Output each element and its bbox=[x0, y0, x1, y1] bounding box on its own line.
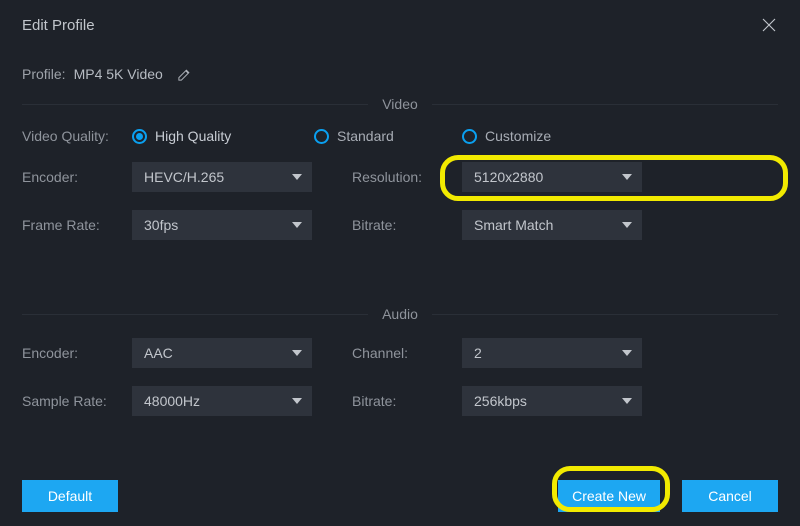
close-button[interactable] bbox=[758, 14, 780, 36]
titlebar: Edit Profile bbox=[0, 0, 800, 46]
select-value: 48000Hz bbox=[144, 393, 200, 409]
radio-icon bbox=[314, 129, 329, 144]
radio-icon bbox=[132, 129, 147, 144]
select-value: HEVC/H.265 bbox=[144, 169, 224, 185]
video-framerate-label: Frame Rate: bbox=[22, 217, 132, 233]
select-value: Smart Match bbox=[474, 217, 553, 233]
radio-icon bbox=[462, 129, 477, 144]
select-value: AAC bbox=[144, 345, 173, 361]
video-encoder-label: Encoder: bbox=[22, 169, 132, 185]
video-resolution-label: Resolution: bbox=[352, 169, 462, 185]
chevron-down-icon bbox=[622, 222, 632, 228]
chevron-down-icon bbox=[292, 174, 302, 180]
audio-channel-select[interactable]: 2 bbox=[462, 338, 642, 368]
video-resolution-select[interactable]: 5120x2880 bbox=[462, 162, 642, 192]
footer: Default Create New Cancel bbox=[0, 480, 800, 512]
chevron-down-icon bbox=[292, 222, 302, 228]
chevron-down-icon bbox=[622, 350, 632, 356]
audio-channel-label: Channel: bbox=[352, 345, 462, 361]
radio-label: Customize bbox=[485, 128, 551, 144]
audio-section-header: Audio bbox=[22, 306, 778, 322]
cancel-button[interactable]: Cancel bbox=[682, 480, 778, 512]
profile-label: Profile: bbox=[22, 66, 66, 82]
video-bitrate-select[interactable]: Smart Match bbox=[462, 210, 642, 240]
video-quality-customize-radio[interactable]: Customize bbox=[462, 128, 642, 144]
video-bitrate-label: Bitrate: bbox=[352, 217, 462, 233]
video-quality-standard-radio[interactable]: Standard bbox=[314, 128, 462, 144]
radio-label: High Quality bbox=[155, 128, 231, 144]
audio-bitrate-label: Bitrate: bbox=[352, 393, 462, 409]
profile-row: Profile: MP4 5K Video bbox=[0, 46, 800, 90]
chevron-down-icon bbox=[622, 398, 632, 404]
video-quality-label: Video Quality: bbox=[22, 128, 132, 144]
window-title: Edit Profile bbox=[22, 17, 95, 34]
edit-profile-name-button[interactable] bbox=[177, 66, 193, 82]
audio-encoder-label: Encoder: bbox=[22, 345, 132, 361]
audio-grid: Encoder: AAC Channel: 2 Sample Rate: 480… bbox=[0, 338, 800, 416]
create-new-button[interactable]: Create New bbox=[558, 480, 660, 512]
video-encoder-select[interactable]: HEVC/H.265 bbox=[132, 162, 312, 192]
profile-value: MP4 5K Video bbox=[74, 66, 163, 82]
video-framerate-select[interactable]: 30fps bbox=[132, 210, 312, 240]
default-button[interactable]: Default bbox=[22, 480, 118, 512]
video-section-header: Video bbox=[22, 96, 778, 112]
audio-samplerate-label: Sample Rate: bbox=[22, 393, 132, 409]
radio-label: Standard bbox=[337, 128, 394, 144]
audio-samplerate-select[interactable]: 48000Hz bbox=[132, 386, 312, 416]
close-icon bbox=[760, 16, 778, 34]
edit-profile-window: Edit Profile Profile: MP4 5K Video Video… bbox=[0, 0, 800, 526]
video-quality-high-radio[interactable]: High Quality bbox=[132, 128, 312, 144]
audio-bitrate-select[interactable]: 256kbps bbox=[462, 386, 642, 416]
select-value: 5120x2880 bbox=[474, 169, 543, 185]
select-value: 2 bbox=[474, 345, 482, 361]
pencil-icon bbox=[177, 67, 192, 82]
audio-encoder-select[interactable]: AAC bbox=[132, 338, 312, 368]
select-value: 256kbps bbox=[474, 393, 527, 409]
video-grid: Video Quality: High Quality Standard Cus… bbox=[0, 128, 800, 240]
chevron-down-icon bbox=[292, 350, 302, 356]
chevron-down-icon bbox=[292, 398, 302, 404]
select-value: 30fps bbox=[144, 217, 178, 233]
chevron-down-icon bbox=[622, 174, 632, 180]
